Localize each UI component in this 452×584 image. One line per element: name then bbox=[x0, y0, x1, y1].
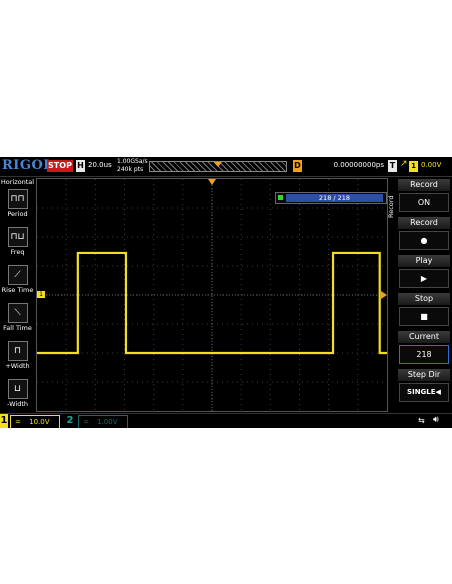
record-menu: Record ON Record ● Play ▶ Stop ■ Current 218 Step … bbox=[398, 177, 452, 413]
brand-logo: RIGOL bbox=[2, 158, 53, 173]
fall-time-icon: ⟍ bbox=[7, 303, 28, 323]
measure-item-width[interactable]: ⊓ +Width bbox=[0, 341, 35, 370]
menu-title-stop: Stop bbox=[398, 293, 450, 305]
trigger-position-marker-icon bbox=[214, 162, 222, 167]
trigger-badge: T bbox=[388, 160, 397, 172]
ch2-badge[interactable]: 2 bbox=[65, 414, 75, 428]
menu-softkey-current[interactable]: 218 bbox=[399, 345, 449, 364]
menu-title-step-dir: Step Dir bbox=[398, 369, 450, 381]
run-state-badge[interactable]: STOP bbox=[47, 160, 73, 172]
measure-item-rise-time[interactable]: ⟋ Rise Time bbox=[0, 265, 35, 294]
memory-overview-strip bbox=[149, 161, 287, 172]
frame-navigator[interactable]: 218 / 218 bbox=[275, 192, 387, 204]
delay-badge: D bbox=[293, 160, 302, 172]
menu-softkey-step-dir[interactable]: SINGLE◀ bbox=[399, 383, 449, 402]
menu-title-record: Record bbox=[398, 179, 450, 191]
ch2-coupling: = bbox=[83, 418, 89, 426]
trigger-source: 1 bbox=[409, 161, 418, 172]
sample-rate: 1.00GSa/s bbox=[117, 158, 148, 165]
measure-item-period[interactable]: ⊓⊓ Period bbox=[0, 189, 35, 218]
menu-softkey-record[interactable]: ON bbox=[399, 193, 449, 212]
channel-bar: 1 = 10.0V 2 = 1.00V ⇆ 🔊︎ bbox=[0, 413, 452, 428]
menu-title-record: Record bbox=[398, 217, 450, 229]
menu-title-play: Play bbox=[398, 255, 450, 267]
rising-edge-icon: ↗ bbox=[400, 159, 408, 169]
speaker-icon[interactable]: 🔊︎ bbox=[433, 415, 439, 425]
measure-item-freq[interactable]: ⊓⊔ Freq bbox=[0, 227, 35, 256]
trigger-level: 0.00V bbox=[421, 161, 442, 169]
record-indicator-icon bbox=[278, 195, 283, 200]
menu-softkey-record[interactable]: ● bbox=[399, 231, 449, 250]
measure-item-label: Freq bbox=[10, 248, 25, 256]
measure-item-width[interactable]: ⊔ -Width bbox=[0, 379, 35, 408]
memory-depth: 240k pts bbox=[117, 166, 144, 173]
menu-softkey-stop[interactable]: ■ bbox=[399, 307, 449, 326]
positive-width-icon: ⊓ bbox=[7, 341, 28, 361]
waveform-grid bbox=[36, 178, 388, 412]
measure-item-label: Fall Time bbox=[3, 324, 32, 332]
status-bar: RIGOL STOP H 20.0us 1.00GSa/s 240k pts D… bbox=[0, 157, 452, 177]
horizontal-badge: H bbox=[76, 160, 85, 172]
measure-item-label: Rise Time bbox=[1, 286, 34, 294]
delay-value: 0.00000000ps bbox=[333, 161, 384, 169]
ch2-settings[interactable]: = 1.00V bbox=[78, 415, 128, 428]
frequency-icon: ⊓⊔ bbox=[7, 227, 28, 247]
negative-width-icon: ⊔ bbox=[7, 379, 28, 399]
ch1-offset-marker-icon[interactable]: 1 bbox=[37, 291, 45, 298]
measure-panel-title: Horizontal bbox=[0, 178, 35, 186]
frame-counter: 218 / 218 bbox=[286, 194, 383, 202]
ch1-settings[interactable]: = 10.0V bbox=[10, 415, 60, 428]
usb-icon: ⇆ bbox=[418, 416, 425, 425]
measure-item-label: -Width bbox=[7, 400, 28, 408]
ch2-scale: 1.00V bbox=[97, 418, 118, 426]
measure-panel: Horizontal ⊓⊓ Period ⊓⊔ Freq ⟋ Rise Time ⟍ Fall… bbox=[0, 177, 35, 413]
menu-softkey-play[interactable]: ▶ bbox=[399, 269, 449, 288]
measure-item-fall-time[interactable]: ⟍ Fall Time bbox=[0, 303, 35, 332]
measure-item-label: Period bbox=[7, 210, 28, 218]
rise-time-icon: ⟋ bbox=[7, 265, 28, 285]
menu-side-label: Record bbox=[387, 195, 395, 219]
measure-item-label: +Width bbox=[5, 362, 30, 370]
ch1-coupling: = bbox=[15, 418, 21, 426]
trigger-time-marker-icon bbox=[208, 179, 216, 185]
oscilloscope-screen: RIGOL STOP H 20.0us 1.00GSa/s 240k pts D… bbox=[0, 157, 452, 428]
timebase-value: 20.0us bbox=[88, 161, 112, 169]
ch1-scale: 10.0V bbox=[29, 418, 50, 426]
trigger-level-marker-icon bbox=[381, 291, 387, 299]
ch1-badge[interactable]: 1 bbox=[0, 414, 8, 428]
menu-title-current: Current bbox=[398, 331, 450, 343]
period-icon: ⊓⊓ bbox=[7, 189, 28, 209]
